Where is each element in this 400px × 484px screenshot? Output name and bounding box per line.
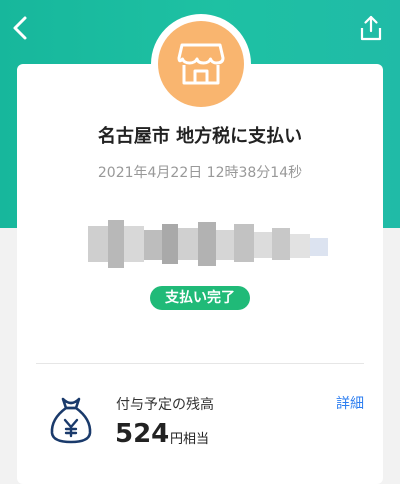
- store-icon-badge: [151, 14, 251, 114]
- pending-balance-label: 付与予定の残高: [116, 397, 214, 413]
- store-icon-circle: [158, 21, 244, 107]
- share-icon: [360, 15, 382, 41]
- status-badge: 支払い完了: [150, 286, 250, 310]
- payment-datetime: 2021年4月22日 12時38分14秒: [97, 165, 303, 181]
- blurred-amount: [88, 220, 328, 268]
- detail-link[interactable]: 詳細: [336, 393, 364, 413]
- divider: [36, 363, 364, 364]
- pending-balance-unit: 円相当: [170, 432, 210, 447]
- storefront-icon: [177, 43, 225, 85]
- money-bag-yen-icon: [50, 397, 92, 444]
- back-button[interactable]: [6, 12, 34, 44]
- merchant-name: 名古屋市 地方税に支払い: [97, 126, 303, 147]
- share-button[interactable]: [356, 12, 386, 44]
- pending-balance-amount: 524: [115, 419, 170, 449]
- chevron-left-icon: [13, 16, 27, 40]
